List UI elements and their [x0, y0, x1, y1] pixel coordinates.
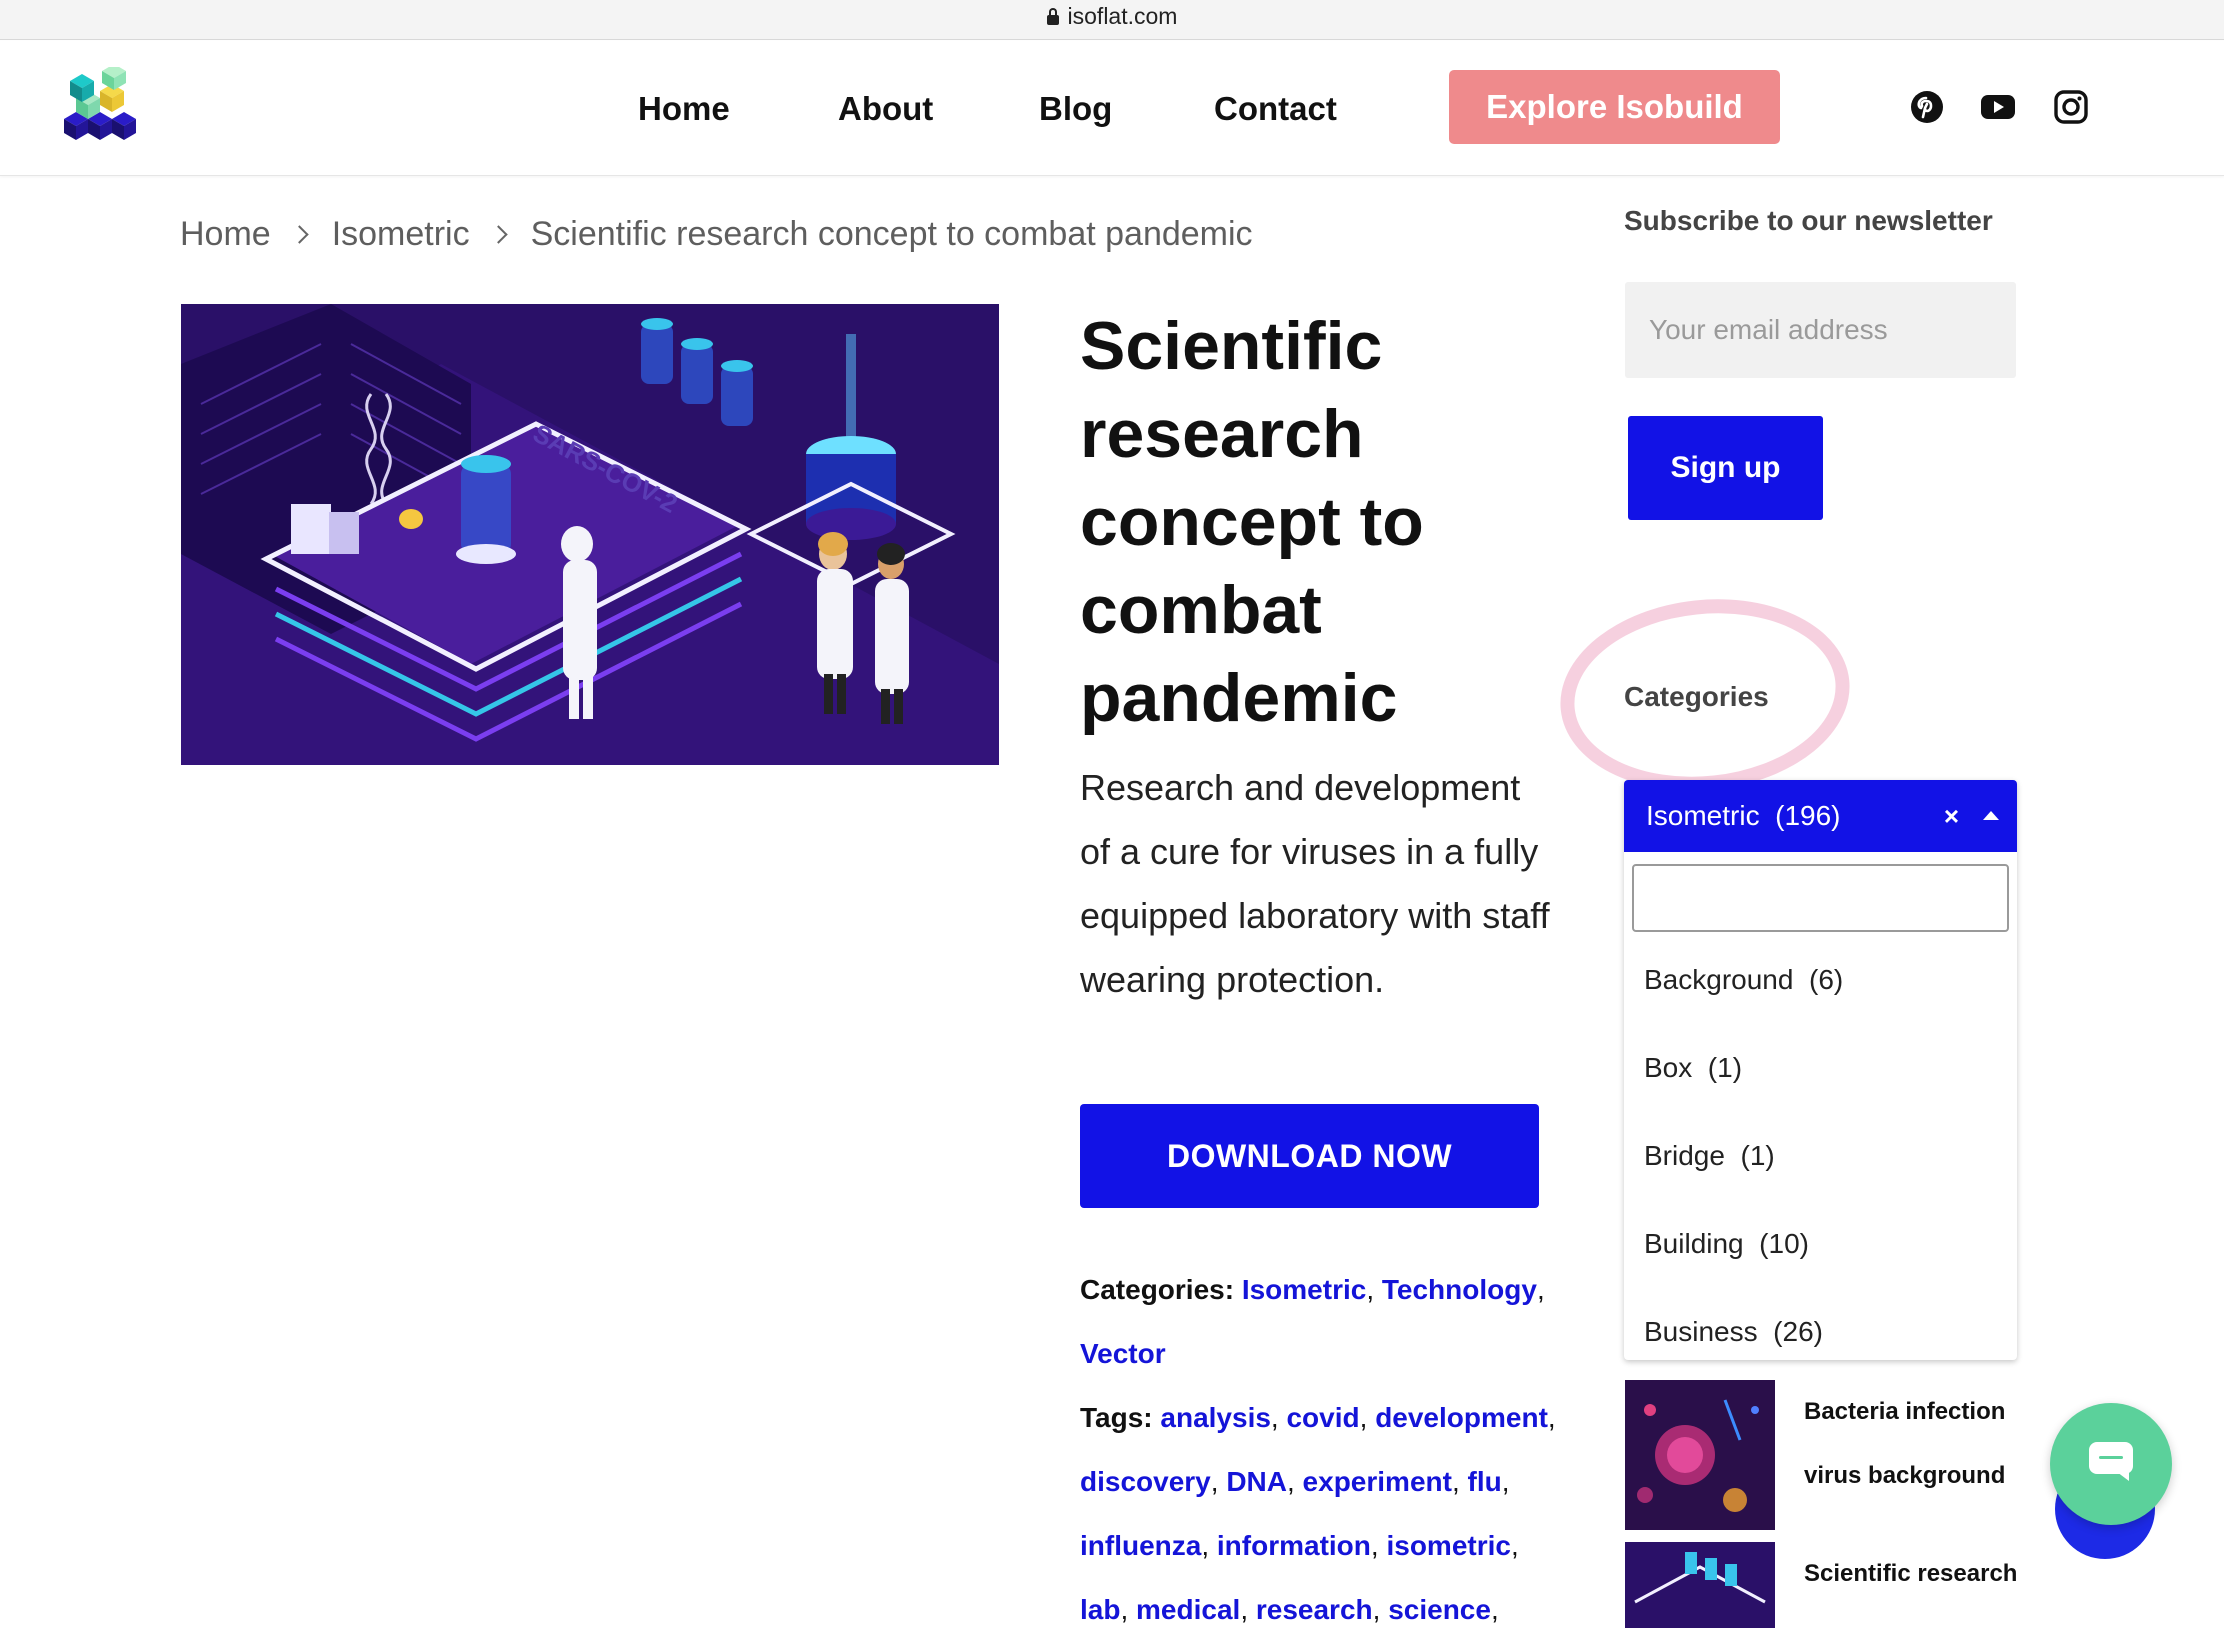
related-post-thumbnail[interactable]	[1625, 1380, 1775, 1530]
sign-up-button[interactable]: Sign up	[1628, 416, 1823, 520]
categories-heading: Categories	[1624, 681, 1769, 712]
breadcrumb-isometric[interactable]: Isometric	[332, 215, 470, 253]
category-option[interactable]: Bridge (1)	[1644, 1136, 1775, 1176]
isoflat-logo[interactable]	[56, 67, 138, 149]
nav-about[interactable]: About	[838, 41, 933, 176]
tag-link[interactable]: development	[1375, 1402, 1548, 1433]
chevron-right-icon	[290, 225, 309, 244]
nav-contact[interactable]: Contact	[1214, 41, 1337, 176]
tag-link[interactable]: research	[1256, 1594, 1373, 1625]
nav-blog[interactable]: Blog	[1039, 41, 1112, 176]
tags-label: Tags:	[1080, 1402, 1153, 1433]
pinterest-icon[interactable]	[1909, 89, 1945, 125]
chat-icon	[2089, 1442, 2133, 1481]
breadcrumb-home[interactable]: Home	[180, 215, 271, 253]
page-title: Scientific research concept to combat pa…	[1080, 308, 1424, 736]
category-search-input[interactable]	[1632, 864, 2009, 932]
explore-isobuild-button[interactable]: Explore Isobuild	[1449, 70, 1780, 144]
chat-button[interactable]	[2050, 1403, 2172, 1525]
email-field[interactable]	[1625, 282, 2016, 378]
selected-category: Isometric (196)	[1646, 800, 1841, 831]
tag-link[interactable]: covid	[1286, 1402, 1359, 1433]
browser-url-bar[interactable]: isoflat.com	[0, 0, 2224, 40]
tag-link[interactable]: science	[1388, 1594, 1491, 1625]
url-text: isoflat.com	[1067, 3, 1178, 29]
tag-link[interactable]: experiment	[1303, 1466, 1452, 1497]
category-option[interactable]: Background (6)	[1644, 960, 1843, 1000]
caret-up-icon[interactable]	[1983, 811, 1999, 820]
article-meta: Categories: Isometric, Technology, Vecto…	[1080, 1274, 1556, 1625]
breadcrumb-current: Scientific research concept to combat pa…	[530, 215, 1253, 253]
tag-link[interactable]: influenza	[1080, 1530, 1201, 1561]
category-option[interactable]: Box (1)	[1644, 1048, 1742, 1088]
nav-home[interactable]: Home	[638, 41, 730, 176]
tag-link[interactable]: information	[1217, 1530, 1371, 1561]
tag-link[interactable]: flu	[1468, 1466, 1502, 1497]
download-now-button[interactable]: DOWNLOAD NOW	[1080, 1104, 1539, 1208]
tag-link[interactable]: medical	[1136, 1594, 1240, 1625]
categories-label: Categories:	[1080, 1274, 1235, 1305]
clear-selection-icon[interactable]: ×	[1944, 780, 1959, 852]
related-post-title[interactable]: Bacteria infection virus background	[1804, 1380, 2024, 1508]
related-post-thumbnail[interactable]	[1625, 1542, 1775, 1628]
tag-link[interactable]: analysis	[1160, 1402, 1271, 1433]
category-link[interactable]: Technology	[1382, 1274, 1537, 1305]
site-header: Home About Blog Contact Explore Isobuild	[0, 41, 2224, 176]
newsletter-heading: Subscribe to our newsletter	[1624, 205, 1993, 236]
url-display[interactable]: isoflat.com	[0, 2, 2224, 30]
breadcrumb: Home Isometric Scientific research concept…	[180, 212, 1253, 256]
tag-link[interactable]: discovery	[1080, 1466, 1211, 1497]
article-description: Research and development of a cure for v…	[1080, 767, 1550, 1000]
tag-link[interactable]: lab	[1080, 1594, 1120, 1625]
hero-illustration: SARS-COV-2	[181, 304, 999, 765]
categories-dropdown: Isometric (196) × Background (6) Box (1)…	[1624, 780, 2017, 1360]
instagram-icon[interactable]	[2053, 89, 2089, 125]
lock-icon	[1046, 8, 1059, 25]
category-option[interactable]: Building (10)	[1644, 1224, 1809, 1264]
related-post-title[interactable]: Scientific research	[1804, 1542, 2024, 1606]
category-link[interactable]: Vector	[1080, 1338, 1166, 1369]
categories-select[interactable]: Isometric (196) ×	[1624, 780, 2017, 852]
chevron-right-icon	[488, 225, 508, 244]
category-link[interactable]: Isometric	[1242, 1274, 1367, 1305]
category-option[interactable]: Business (26)	[1644, 1312, 1823, 1352]
youtube-icon[interactable]	[1980, 89, 2016, 125]
tag-link[interactable]: DNA	[1226, 1466, 1287, 1497]
tag-link[interactable]: isometric	[1386, 1530, 1511, 1561]
